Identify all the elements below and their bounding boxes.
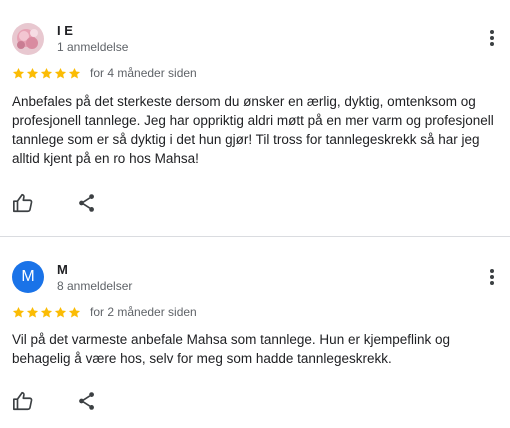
reviewer-name[interactable]: M (57, 262, 68, 277)
share-button[interactable] (76, 390, 98, 412)
reviewer-review-count: 1 anmeldelse (57, 40, 129, 54)
star-rating (12, 67, 81, 80)
share-icon (79, 392, 94, 410)
star-icon (54, 306, 67, 317)
review-text: Anbefales på det sterkeste dersom du øns… (12, 94, 494, 166)
review-card: I E 1 anmeldelse for 4 måneder siden Anb… (0, 0, 510, 236)
star-icon (26, 306, 39, 317)
review-text: Vil på det varmeste anbefale Mahsa som t… (12, 332, 450, 366)
star-icon (54, 67, 67, 78)
review-date: for 4 måneder siden (90, 66, 197, 80)
star-rating (12, 306, 81, 319)
review-date: for 2 måneder siden (90, 305, 197, 319)
star-icon (68, 306, 81, 317)
star-icon (40, 306, 53, 317)
reviewer-name[interactable]: I E (57, 23, 73, 38)
avatar-initial: M (21, 268, 35, 285)
like-button[interactable] (12, 192, 34, 214)
rating-row: for 2 måneder siden (12, 304, 197, 320)
star-icon (12, 67, 25, 78)
thumbs-up-icon (13, 391, 33, 411)
reviewer-review-count: 8 anmeldelser (57, 279, 133, 293)
avatar-photo (12, 23, 44, 55)
share-button[interactable] (76, 192, 98, 214)
avatar[interactable]: M (12, 261, 44, 293)
share-icon (79, 194, 94, 212)
like-button[interactable] (12, 390, 34, 412)
rating-row: for 4 måneder siden (12, 65, 197, 81)
star-icon (40, 67, 53, 78)
star-icon (68, 67, 81, 78)
review-card: M M 8 anmeldelser for 2 måneder siden Vi… (0, 237, 510, 428)
star-icon (12, 306, 25, 317)
thumbs-up-icon (13, 193, 33, 213)
avatar[interactable] (12, 23, 44, 55)
more-vert-icon[interactable] (484, 267, 500, 289)
more-vert-icon[interactable] (484, 28, 500, 50)
star-icon (26, 67, 39, 78)
